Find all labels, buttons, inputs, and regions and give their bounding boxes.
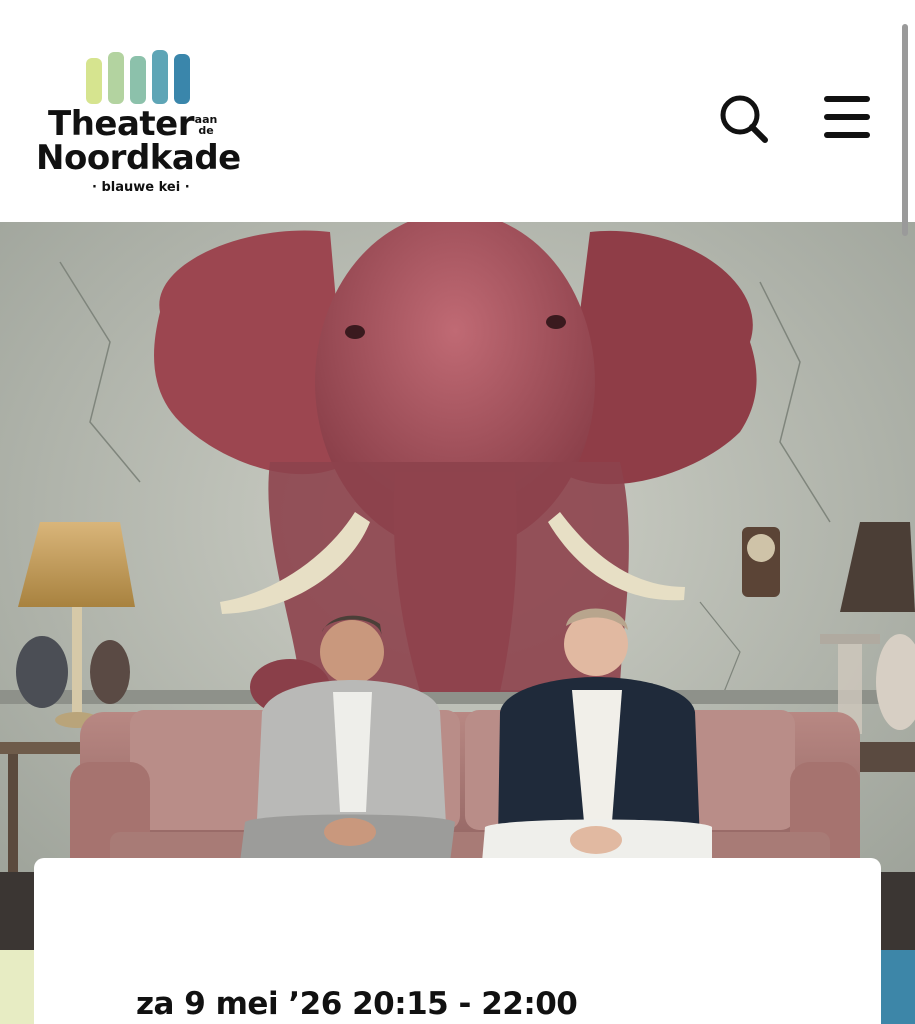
accent-strip-left <box>0 950 34 1024</box>
accent-strip-right <box>881 950 915 1024</box>
logo-text-aan-de: aan de <box>186 114 226 136</box>
search-icon <box>720 95 768 143</box>
logo-text-de: de <box>198 124 214 137</box>
logo-bar <box>152 50 168 104</box>
search-button[interactable] <box>717 92 773 148</box>
event-info-card: za 9 mei ’26 20:15 - 22:00 <box>34 858 881 1024</box>
logo-bar <box>108 52 124 104</box>
hero-illustration <box>0 222 915 962</box>
logo-tagline: · blauwe kei · <box>92 180 190 195</box>
logo-text-noordkade: Noordkade <box>36 138 241 178</box>
hero-image <box>0 222 915 962</box>
theater-logo[interactable]: Theater aan de Noordkade · blauwe kei · <box>36 44 256 204</box>
logo-bar <box>130 56 146 104</box>
page: Theater aan de Noordkade · blauwe kei · <box>0 0 915 1024</box>
logo-bars-icon <box>86 50 190 104</box>
logo-bar <box>174 54 190 104</box>
logo-bar <box>86 58 102 104</box>
hamburger-menu-icon <box>824 96 870 138</box>
event-datetime: za 9 mei ’26 20:15 - 22:00 <box>136 986 578 1022</box>
menu-button[interactable] <box>818 90 876 146</box>
scrollbar[interactable] <box>902 24 908 236</box>
site-header: Theater aan de Noordkade · blauwe kei · <box>0 0 915 222</box>
logo-text-theater: Theater <box>48 104 194 144</box>
